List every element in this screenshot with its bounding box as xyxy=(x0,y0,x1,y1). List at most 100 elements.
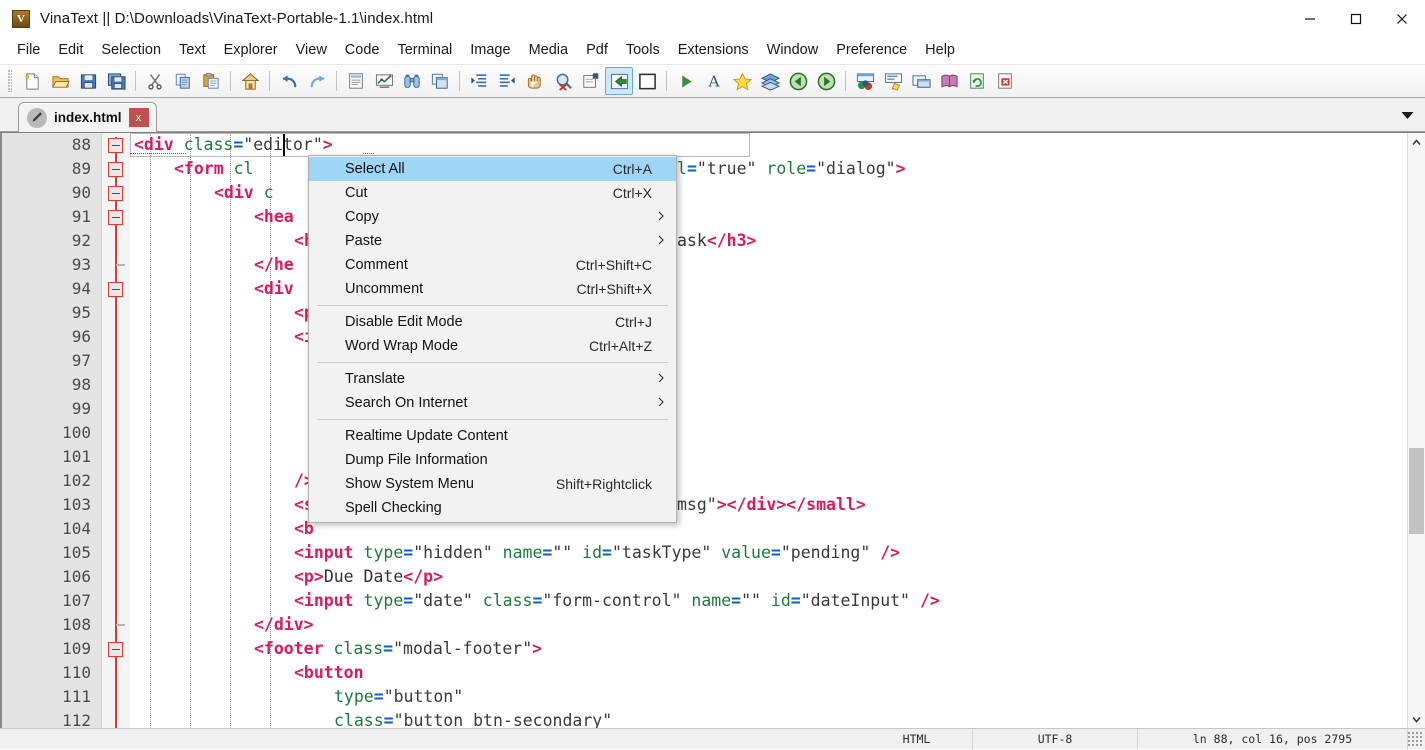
context-menu-item-search-on-internet[interactable]: Search On Internet xyxy=(309,391,676,415)
clear-formatting-hand-icon[interactable] xyxy=(521,67,549,95)
paste-icon[interactable] xyxy=(197,67,225,95)
menu-view[interactable]: View xyxy=(287,39,336,62)
menu-window[interactable]: Window xyxy=(758,39,828,62)
resize-grip-icon[interactable] xyxy=(1408,732,1422,746)
code-line[interactable]: type="button" xyxy=(130,685,1407,709)
maximize-button[interactable] xyxy=(1333,0,1379,38)
code-fold-column[interactable] xyxy=(102,133,130,728)
document-properties-icon[interactable] xyxy=(342,67,370,95)
font-letter-icon[interactable]: A xyxy=(700,67,728,95)
redo-arrow-icon[interactable] xyxy=(303,67,331,95)
full-screen-icon[interactable] xyxy=(633,67,661,95)
menu-text[interactable]: Text xyxy=(170,39,215,62)
layers-icon[interactable] xyxy=(756,67,784,95)
tab-index-html[interactable]: index.html x xyxy=(18,102,157,132)
code-line-fragment[interactable]: msg"></div></small> xyxy=(677,493,866,517)
tab-close-button[interactable]: x xyxy=(128,108,149,127)
indent-increase-icon[interactable] xyxy=(465,67,493,95)
text-caret xyxy=(282,134,285,156)
duplicate-window-icon[interactable] xyxy=(426,67,454,95)
menu-selection[interactable]: Selection xyxy=(92,39,170,62)
fold-collapse-box[interactable] xyxy=(108,162,123,177)
line-number: 112 xyxy=(62,711,91,728)
toolbar-drag-handle[interactable] xyxy=(8,70,12,92)
code-line[interactable]: <p>Due Date</p> xyxy=(130,565,1407,589)
app-logo-icon: V xyxy=(12,9,30,28)
context-menu-item-spell-checking[interactable]: Spell Checking xyxy=(309,496,676,520)
navigate-back-icon[interactable] xyxy=(784,67,812,95)
reload-file-icon[interactable] xyxy=(963,67,991,95)
word-wrap-toggle-icon[interactable] xyxy=(605,67,633,95)
line-number: 100 xyxy=(62,423,91,442)
context-menu-item-show-system-menu[interactable]: Show System Menu Shift+Rightclick xyxy=(309,472,676,496)
indent-decrease-icon[interactable] xyxy=(493,67,521,95)
save-icon[interactable] xyxy=(74,67,102,95)
close-window-button[interactable] xyxy=(1379,0,1425,38)
menu-explorer[interactable]: Explorer xyxy=(215,39,287,62)
fold-collapse-box[interactable] xyxy=(108,282,123,297)
context-menu-item-comment[interactable]: Comment Ctrl+Shift+C xyxy=(309,253,676,277)
menu-tools[interactable]: Tools xyxy=(617,39,669,62)
status-language[interactable]: HTML xyxy=(861,728,973,750)
context-menu-item-dump-file-information[interactable]: Dump File Information xyxy=(309,448,676,472)
context-menu-item-translate[interactable]: Translate xyxy=(309,367,676,391)
context-menu-item-copy[interactable]: Copy xyxy=(309,205,676,229)
context-menu-item-paste[interactable]: Paste xyxy=(309,229,676,253)
menu-image[interactable]: Image xyxy=(461,39,519,62)
code-line-fragment[interactable]: l="true" role="dialog"> xyxy=(677,157,906,181)
status-encoding[interactable]: UTF-8 xyxy=(973,728,1138,750)
menu-file[interactable]: File xyxy=(8,39,49,62)
menu-preference[interactable]: Preference xyxy=(827,39,916,62)
screenshot-icon[interactable] xyxy=(907,67,935,95)
color-picker-icon[interactable] xyxy=(851,67,879,95)
run-play-icon[interactable] xyxy=(672,67,700,95)
navigate-forward-icon[interactable] xyxy=(812,67,840,95)
minimize-button[interactable] xyxy=(1287,0,1333,38)
code-line[interactable]: <footer class="modal-footer"> xyxy=(130,637,1407,661)
code-line[interactable]: <input type="hidden" name="" id="taskTyp… xyxy=(130,541,1407,565)
context-menu-item-realtime-update-content[interactable]: Realtime Update Content xyxy=(309,424,676,448)
menu-code[interactable]: Code xyxy=(336,39,389,62)
close-file-icon[interactable] xyxy=(991,67,1019,95)
line-number: 106 xyxy=(62,567,91,586)
context-menu-item-uncomment[interactable]: Uncomment Ctrl+Shift+X xyxy=(309,277,676,301)
code-line[interactable]: <button xyxy=(130,661,1407,685)
undo-arrow-icon[interactable] xyxy=(275,67,303,95)
fold-collapse-box[interactable] xyxy=(108,210,123,225)
highlighter-icon[interactable] xyxy=(879,67,907,95)
favorite-star-icon[interactable] xyxy=(728,67,756,95)
fold-collapse-box[interactable] xyxy=(108,138,123,153)
chart-insert-icon[interactable] xyxy=(370,67,398,95)
fold-collapse-box[interactable] xyxy=(108,186,123,201)
dictionary-book-icon[interactable] xyxy=(935,67,963,95)
context-menu-item-disable-edit-mode[interactable]: Disable Edit Mode Ctrl+J xyxy=(309,310,676,334)
fold-collapse-box[interactable] xyxy=(108,642,123,657)
save-all-icon[interactable] xyxy=(102,67,130,95)
find-binoculars-icon[interactable] xyxy=(398,67,426,95)
home-icon[interactable] xyxy=(236,67,264,95)
scrollbar-thumb[interactable] xyxy=(1409,448,1424,534)
menu-help[interactable]: Help xyxy=(916,39,964,62)
menu-pdf[interactable]: Pdf xyxy=(577,39,617,62)
code-line-fragment[interactable]: ask</h3> xyxy=(677,229,756,253)
menu-edit[interactable]: Edit xyxy=(49,39,92,62)
context-menu-item-cut[interactable]: Cut Ctrl+X xyxy=(309,181,676,205)
code-line[interactable]: <input type="date" class="form-control" … xyxy=(130,589,1407,613)
new-file-icon[interactable] xyxy=(18,67,46,95)
copy-icon[interactable] xyxy=(169,67,197,95)
menu-terminal[interactable]: Terminal xyxy=(388,39,461,62)
clear-find-highlight-icon[interactable] xyxy=(549,67,577,95)
menu-extensions[interactable]: Extensions xyxy=(669,39,758,62)
scroll-up-arrow-icon[interactable] xyxy=(1408,133,1425,151)
context-menu-item-word-wrap-mode[interactable]: Word Wrap Mode Ctrl+Alt+Z xyxy=(309,334,676,358)
code-line[interactable]: </div> xyxy=(130,613,1407,637)
open-folder-icon[interactable] xyxy=(46,67,74,95)
cut-scissors-icon[interactable] xyxy=(141,67,169,95)
vertical-scrollbar[interactable] xyxy=(1407,133,1425,728)
scroll-down-arrow-icon[interactable] xyxy=(1408,710,1425,728)
bookmark-page-icon[interactable] xyxy=(577,67,605,95)
context-menu-item-select-all[interactable]: Select All Ctrl+A xyxy=(309,157,676,181)
chevron-down-icon[interactable] xyxy=(1395,105,1419,125)
menu-media[interactable]: Media xyxy=(520,39,578,62)
code-line[interactable]: class="button btn-secondary" xyxy=(130,709,1407,728)
